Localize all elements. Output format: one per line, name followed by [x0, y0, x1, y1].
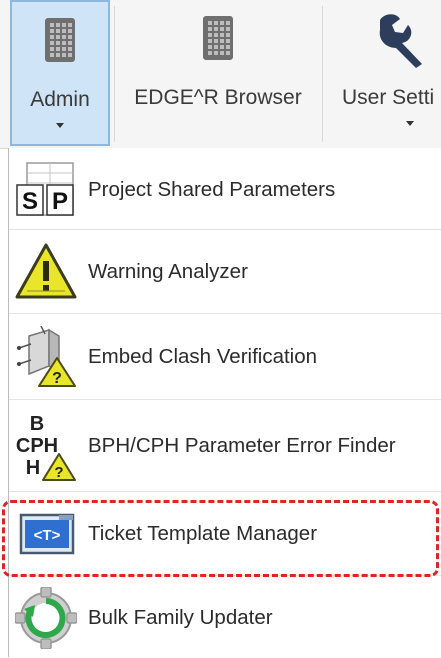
svg-text:P: P: [52, 188, 68, 215]
svg-text:CPH: CPH: [16, 435, 58, 457]
svg-text:?: ?: [54, 464, 63, 481]
edge-browser-ribbon-button[interactable]: EDGE^R Browser: [118, 0, 318, 146]
ribbon-separator: [322, 6, 323, 142]
menu-item-label: BPH/CPH Parameter Error Finder: [88, 433, 396, 457]
menu-item-bulk-family-updater[interactable]: Bulk Family Updater: [9, 578, 441, 658]
shared-parameters-icon: S P: [16, 161, 74, 216]
ticket-template-icon: <T>: [19, 513, 75, 554]
menu-item-bph-cph-parameter-error-finder[interactable]: B CPH H ? BPH/CPH Parameter Error Finder: [9, 400, 441, 492]
warning-triangle-icon: [15, 243, 77, 298]
ribbon-toolbar: Admin EDGE^R Browser User Setti: [0, 0, 441, 149]
wrench-icon: [379, 14, 422, 68]
chevron-down-icon: [406, 121, 414, 126]
gear-refresh-icon: [15, 587, 77, 649]
admin-dropdown-menu: S P Project Shared Parameters Warning An…: [8, 148, 441, 657]
menu-item-label: Warning Analyzer: [88, 259, 248, 283]
svg-text:H: H: [26, 457, 40, 479]
svg-text:<T>: <T>: [34, 527, 61, 544]
menu-item-embed-clash-verification[interactable]: ? Embed Clash Verification: [9, 314, 441, 400]
menu-item-ticket-template-manager[interactable]: <T> Ticket Template Manager: [9, 492, 441, 576]
menu-item-project-shared-parameters[interactable]: S P Project Shared Parameters: [9, 150, 441, 230]
svg-text:?: ?: [52, 370, 62, 387]
clash-cube-icon: ?: [17, 325, 76, 387]
edge-browser-label: EDGE^R Browser: [134, 86, 302, 109]
bph-cph-icon: B CPH H ?: [16, 413, 76, 481]
menu-item-label: Bulk Family Updater: [88, 606, 273, 629]
grid-panel-icon: [45, 18, 75, 62]
menu-item-label: Ticket Template Manager: [88, 521, 318, 545]
user-settings-label: User Setti: [342, 86, 435, 109]
menu-item-warning-analyzer[interactable]: Warning Analyzer: [9, 230, 441, 314]
user-settings-ribbon-button[interactable]: User Setti: [326, 0, 441, 146]
svg-text:B: B: [30, 413, 44, 435]
chevron-down-icon: [56, 123, 64, 128]
admin-label: Admin: [30, 88, 90, 111]
ribbon-separator: [114, 6, 115, 142]
svg-text:S: S: [22, 188, 38, 215]
admin-ribbon-button[interactable]: Admin: [10, 0, 110, 146]
menu-item-label: Embed Clash Verification: [88, 344, 318, 368]
grid-panel-icon: [203, 16, 233, 60]
menu-item-label: Project Shared Parameters: [88, 177, 336, 201]
